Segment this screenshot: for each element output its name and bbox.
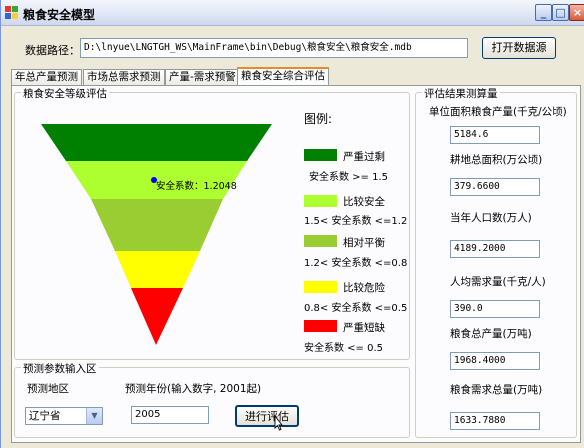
- year-input[interactable]: 2005: [131, 406, 209, 424]
- total-demand-field[interactable]: 1633.7880: [450, 412, 540, 430]
- arable-area-field[interactable]: 379.6600: [450, 178, 540, 196]
- legend-name-relatively-safe: 比较安全: [343, 196, 385, 208]
- data-path-label: 数据路径：: [25, 44, 80, 57]
- main-window: 粮食安全模型 _ □ × 数据路径： D:\lnyue\LNGTGH_WS\Ma…: [0, 0, 584, 448]
- tab-yield-demand-warning[interactable]: 产量-需求预警: [165, 69, 240, 85]
- safety-marker-label: 安全系数：1.2048: [156, 181, 237, 192]
- evaluate-button[interactable]: 进行评估: [235, 405, 299, 427]
- unit-yield-field[interactable]: 5184.6: [450, 126, 540, 144]
- legend-swatch-relatively-safe: [304, 195, 337, 207]
- mouse-cursor-icon: [274, 415, 283, 431]
- legend-range-severe-shortage: 安全系数 <= 0.5: [304, 343, 384, 354]
- legend-range-relatively-safe: 1.5< 安全系数 <=1.2: [304, 216, 408, 227]
- tab-market-demand-forecast[interactable]: 市场总需求预测: [83, 69, 165, 85]
- legend-swatch-balanced: [304, 235, 337, 247]
- legend-swatch-severe-shortage: [304, 320, 337, 332]
- open-datasource-button[interactable]: 打开数据源: [482, 37, 556, 59]
- per-capita-demand-field[interactable]: 390.0: [450, 300, 540, 318]
- legend-name-balanced: 相对平衡: [343, 237, 385, 249]
- total-demand-label: 粮食需求总量(万吨): [450, 384, 543, 396]
- region-label: 预测地区: [27, 383, 69, 395]
- maximize-button[interactable]: □: [552, 4, 569, 21]
- unit-yield-label: 单位面积粮食产量(千克/公顷): [429, 106, 567, 118]
- grade-group-title: 粮食安全等级评估: [21, 86, 109, 101]
- legend-title: 图例:: [304, 112, 333, 126]
- legend-range-severe-surplus: 安全系数 >= 1.5: [309, 172, 389, 183]
- per-capita-demand-label: 人均需求量(千克/人): [450, 276, 546, 288]
- legend-name-severe-shortage: 严重短缺: [343, 322, 385, 334]
- year-label: 预测年份(输入数字, 2001起): [125, 383, 262, 395]
- minimize-button[interactable]: _: [535, 4, 552, 21]
- region-select[interactable]: 辽宁省 ▼: [25, 407, 103, 425]
- tab-annual-yield-forecast[interactable]: 年总产量预测: [11, 69, 82, 85]
- input-group-title: 预测参数输入区: [21, 361, 99, 376]
- total-yield-label: 粮食总产量(万吨): [450, 328, 532, 340]
- legend-name-relatively-dangerous: 比较危险: [343, 282, 385, 294]
- app-icon: [5, 6, 18, 19]
- forecast-input-group: 预测参数输入区: [14, 361, 410, 438]
- legend-range-balanced: 1.2< 安全系数 <=0.8: [304, 258, 408, 269]
- title-bar[interactable]: 粮食安全模型 _ □ ×: [1, 0, 584, 26]
- arable-area-label: 耕地总面积(万公顷): [450, 154, 543, 166]
- legend-swatch-severe-surplus: [304, 149, 337, 161]
- legend-swatch-relatively-dangerous: [304, 281, 337, 293]
- total-yield-field[interactable]: 1968.4000: [450, 352, 540, 370]
- data-path-input[interactable]: D:\lnyue\LNGTGH_WS\MainFrame\bin\Debug\粮…: [80, 38, 468, 58]
- legend-range-relatively-dangerous: 0.8< 安全系数 <=0.5: [304, 303, 408, 314]
- population-field[interactable]: 4189.2000: [450, 240, 540, 258]
- population-label: 当年人口数(万人): [450, 212, 532, 224]
- window-title: 粮食安全模型: [23, 8, 96, 22]
- legend-name-severe-surplus: 严重过剩: [343, 151, 385, 163]
- results-group-title: 评估结果测算量: [422, 86, 500, 101]
- close-button[interactable]: ×: [569, 4, 584, 21]
- region-select-value: 辽宁省: [29, 410, 61, 422]
- tab-food-security-evaluation[interactable]: 粮食安全综合评估: [237, 67, 329, 86]
- chevron-down-icon[interactable]: ▼: [86, 408, 102, 424]
